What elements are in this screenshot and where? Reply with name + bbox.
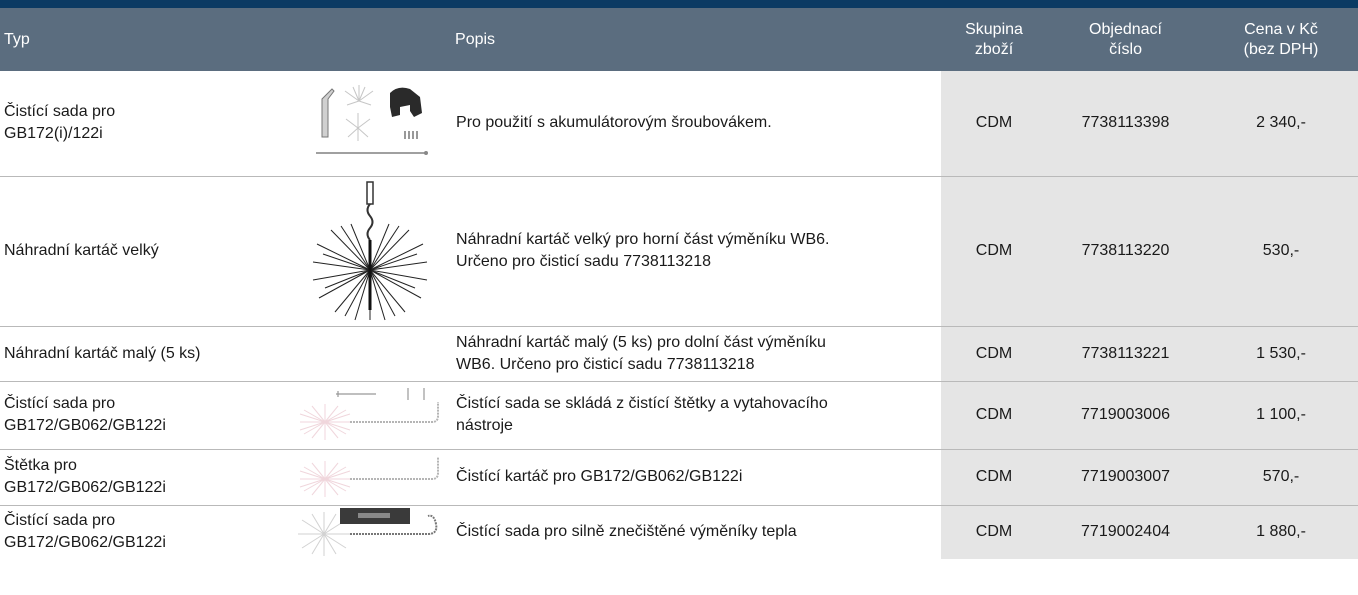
row-skupina: CDM — [941, 449, 1048, 506]
header-cena-line2: (bez DPH) — [1243, 40, 1319, 58]
product-image-cell — [290, 449, 452, 506]
table-row: Čistící sada pro GB172(i)/122i Pro použi… — [0, 71, 1358, 177]
row-cislo: 7738113221 — [1047, 326, 1205, 382]
header-popis: Popis — [451, 8, 942, 71]
row-cena: 570,- — [1204, 449, 1358, 506]
row-popis: Pro použití s akumulátorovým šroubovákem… — [451, 71, 942, 177]
row-typ-line: GB172/GB062/GB122i — [4, 534, 166, 552]
row-typ-line: GB172/GB062/GB122i — [4, 479, 166, 496]
header-objednaci: Objednací číslo — [1047, 8, 1205, 71]
header-cena-line1: Cena v Kč — [1244, 20, 1318, 38]
brush-image — [299, 457, 439, 497]
price-table: Typ Popis Skupina zboží Objednací číslo Ce… — [0, 8, 1358, 559]
row-skupina: CDM — [941, 71, 1048, 177]
table-row: Čistící sada pro GB172/GB062/GB122i Čistí… — [0, 381, 1358, 450]
row-typ-line: Štětka pro — [4, 457, 77, 474]
header-typ: Typ — [0, 8, 452, 71]
header-skupina: Skupina zboží — [941, 8, 1048, 71]
row-typ-line: Čistící sada pro — [4, 395, 116, 412]
product-image-cell — [290, 176, 452, 327]
table-header-row: Typ Popis Skupina zboží Objednací číslo Ce… — [0, 8, 1358, 71]
row-typ: Náhradní kartáč malý (5 ks) — [0, 326, 290, 382]
row-popis-line: Určeno pro čisticí sadu 7738113218 — [456, 253, 711, 270]
row-popis-line: nástroje — [456, 417, 513, 434]
product-image-cell — [290, 505, 451, 559]
row-popis: Čistící sada pro silně znečištěné výmění… — [451, 505, 941, 559]
row-typ-line: Čistící sada pro — [4, 103, 116, 121]
row-typ: Štětka pro GB172/GB062/GB122i — [0, 449, 290, 506]
header-objednaci-line1: Objednací — [1089, 20, 1162, 38]
row-popis: Náhradní kartáč velký pro horní část vým… — [451, 176, 942, 327]
row-cislo: 7719003006 — [1047, 381, 1205, 450]
row-popis: Náhradní kartáč malý (5 ks) pro dolní čá… — [451, 326, 942, 382]
row-typ-line: GB172(i)/122i — [4, 125, 103, 143]
row-cena: 1 100,- — [1204, 381, 1358, 450]
row-cislo: 7719003007 — [1047, 449, 1205, 506]
row-typ: Čistící sada pro GB172/GB062/GB122i — [0, 505, 290, 559]
cleaning-kit-cordless-image — [315, 85, 428, 156]
table-row: Čistící sada pro GB172/GB062/GB122i Čistí… — [0, 505, 1358, 559]
row-popis: Čistící kartáč pro GB172/GB062/GB122i — [451, 449, 942, 506]
row-popis: Čistící sada se skládá z čistící štětky … — [451, 381, 942, 450]
row-typ-line: Náhradní kartáč velký — [4, 242, 159, 259]
product-image-cell — [290, 326, 452, 382]
row-skupina: CDM — [941, 505, 1048, 559]
row-popis-line: Náhradní kartáč velký pro horní část vým… — [456, 231, 830, 248]
row-popis-line: Náhradní kartáč malý (5 ks) pro dolní čá… — [456, 333, 826, 351]
row-popis-line: Čistící kartáč pro GB172/GB062/GB122i — [456, 468, 743, 485]
row-skupina: CDM — [941, 176, 1048, 327]
row-cislo: 7738113398 — [1047, 71, 1205, 177]
row-typ: Čistící sada pro GB172(i)/122i — [0, 71, 290, 177]
heavy-duty-kit-image — [297, 508, 437, 557]
row-popis-line: WB6. Určeno pro čisticí sadu 7738113218 — [456, 355, 755, 373]
row-popis-line: Čistící sada pro silně znečištěné výmění… — [456, 523, 797, 541]
table-row: Náhradní kartáč malý (5 ks) Náhradní kar… — [0, 326, 1358, 382]
row-cislo: 7738113220 — [1047, 176, 1205, 327]
large-brush-image — [312, 181, 427, 321]
row-typ-line: Čistící sada pro — [4, 512, 116, 530]
product-image-cell — [290, 381, 452, 450]
row-typ-line: Náhradní kartáč malý (5 ks) — [4, 344, 201, 362]
table-row: Náhradní kartáč velký Náhradní kartáč ve… — [0, 176, 1358, 327]
row-popis-line: Pro použití s akumulátorovým šroubovákem… — [456, 114, 772, 132]
header-cena: Cena v Kč (bez DPH) — [1204, 8, 1358, 71]
top-accent-bar — [0, 0, 1358, 8]
row-skupina: CDM — [941, 381, 1048, 450]
product-image-cell — [290, 71, 452, 177]
row-cena: 1 530,- — [1204, 326, 1358, 382]
row-skupina: CDM — [941, 326, 1048, 382]
row-cena: 1 880,- — [1204, 505, 1358, 559]
row-cislo: 7719002404 — [1047, 505, 1205, 559]
row-popis-line: Čistící sada se skládá z čistící štětky … — [456, 395, 828, 412]
table-row: Štětka pro GB172/GB062/GB122i Čistící kar… — [0, 449, 1358, 506]
row-typ-line: GB172/GB062/GB122i — [4, 417, 166, 434]
header-objednaci-line2: číslo — [1109, 40, 1142, 58]
brush-with-tool-image — [299, 388, 439, 440]
header-skupina-line1: Skupina — [965, 20, 1023, 38]
row-typ: Náhradní kartáč velký — [0, 176, 290, 327]
header-skupina-line2: zboží — [974, 40, 1014, 58]
row-cena: 2 340,- — [1204, 71, 1358, 177]
row-typ: Čistící sada pro GB172/GB062/GB122i — [0, 381, 290, 450]
row-cena: 530,- — [1204, 176, 1358, 327]
